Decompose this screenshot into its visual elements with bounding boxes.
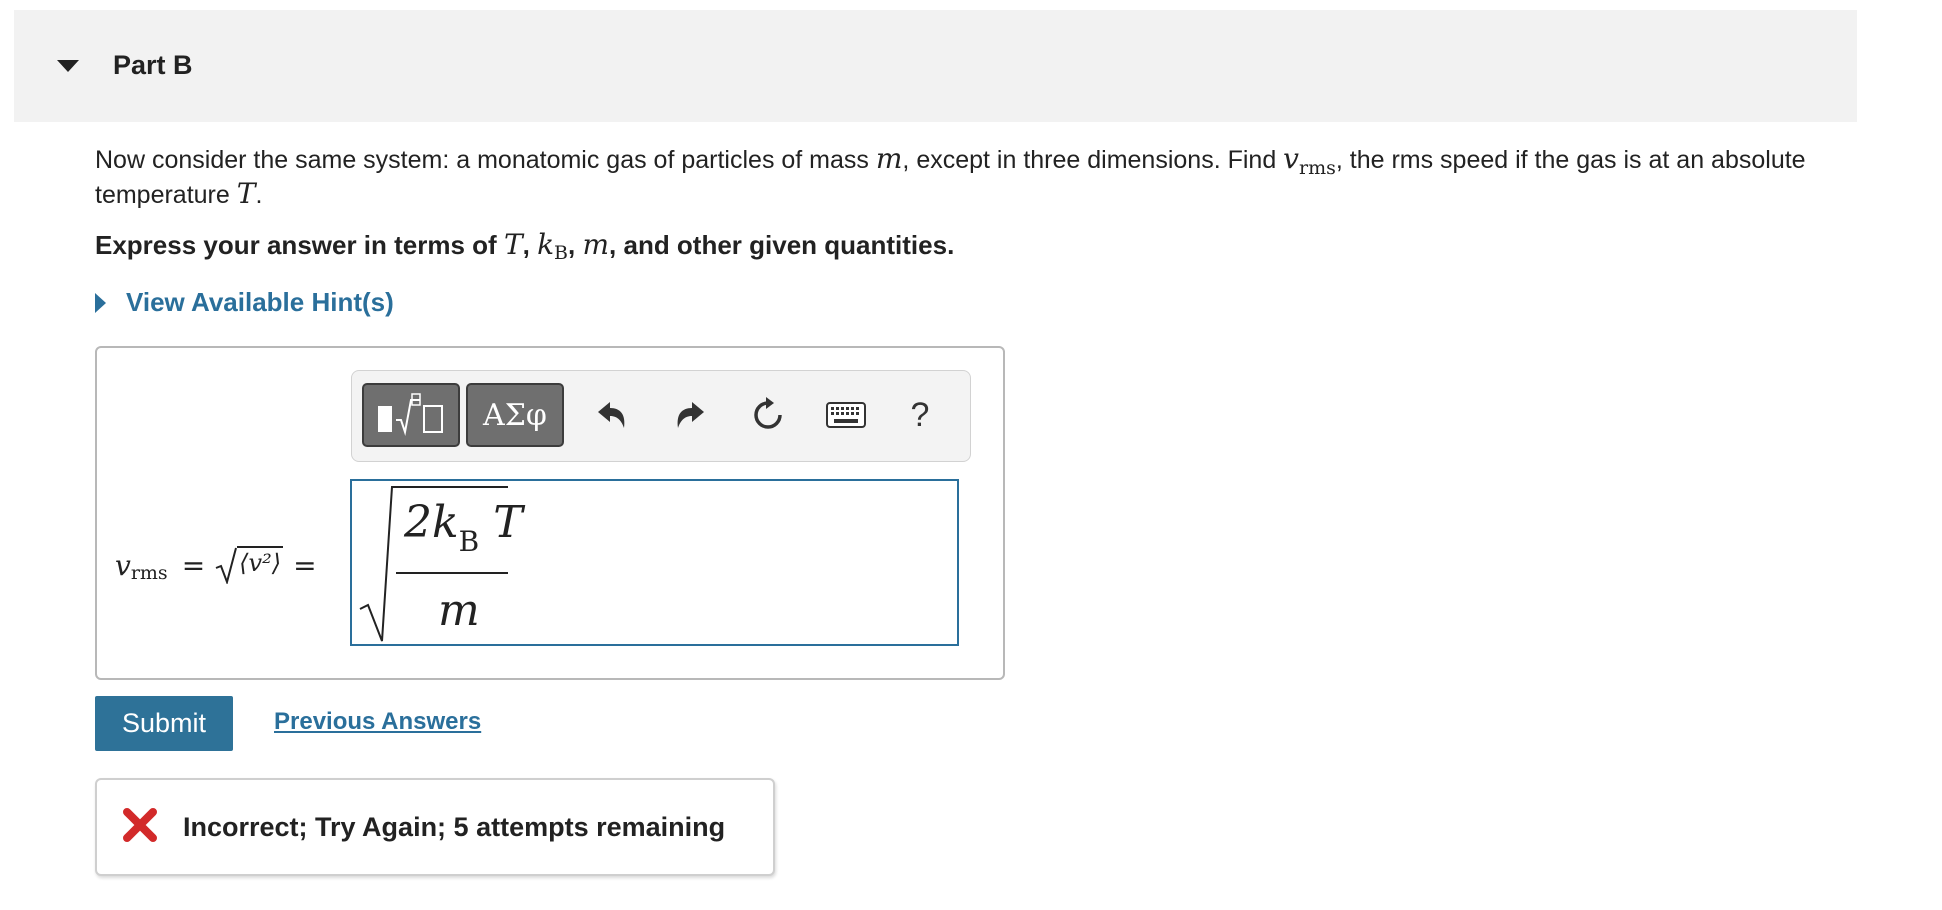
previous-answers-link[interactable]: Previous Answers (274, 708, 481, 736)
sqrt-icon: ⟨v²⟩ (215, 546, 284, 584)
answer-box: ΑΣφ ? v rms = ⟨v²⟩ = 2kB T m (95, 346, 1005, 680)
fraction-denominator: m (438, 585, 480, 636)
expand-caret-icon (95, 292, 106, 313)
collapse-caret-icon[interactable] (57, 60, 79, 72)
submit-button[interactable]: Submit (95, 696, 233, 751)
undo-icon[interactable] (588, 391, 636, 439)
var-m: m (875, 142, 903, 175)
answer-lhs: v rms = ⟨v²⟩ = (115, 546, 317, 584)
templates-button[interactable] (362, 383, 460, 447)
feedback-message: Incorrect; Try Again; 5 attempts remaini… (183, 812, 726, 842)
part-header[interactable]: Part B (14, 10, 1857, 122)
fraction-numerator: 2kB T (404, 497, 523, 558)
incorrect-x-icon (123, 808, 157, 842)
question-text: Now consider the same system: a monatomi… (95, 142, 1806, 210)
feedback-box: Incorrect; Try Again; 5 attempts remaini… (95, 778, 775, 876)
view-hints-link[interactable]: View Available Hint(s) (126, 287, 394, 318)
part-title: Part B (113, 50, 193, 80)
view-hints-toggle[interactable]: View Available Hint(s) (95, 287, 394, 318)
var-v-rms: vrms (1283, 142, 1336, 180)
reset-icon[interactable] (744, 391, 792, 439)
templates-icon (378, 393, 443, 436)
var-T: T (236, 177, 256, 210)
math-toolbar: ΑΣφ ? (351, 370, 971, 462)
answer-input[interactable]: 2kB T m (350, 479, 959, 646)
symbols-button[interactable]: ΑΣφ (466, 383, 564, 447)
answer-instruction: Express your answer in terms of T, kB, m… (95, 228, 955, 264)
help-button[interactable]: ? (896, 391, 944, 439)
redo-icon[interactable] (666, 391, 714, 439)
keyboard-icon[interactable] (818, 391, 874, 439)
